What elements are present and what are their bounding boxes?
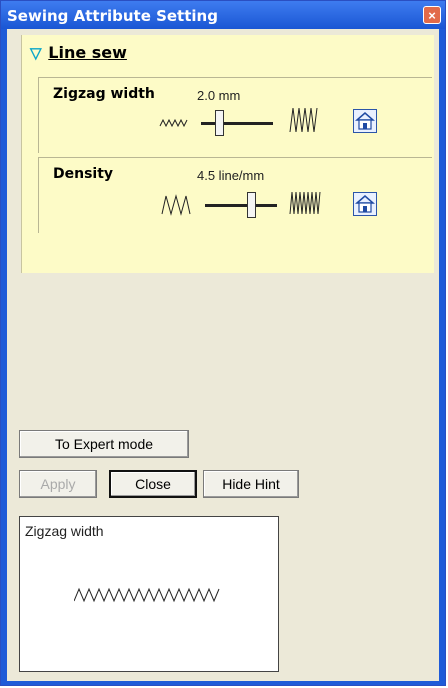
section-header[interactable]: ▽ Line sew bbox=[30, 43, 127, 63]
expert-mode-button[interactable]: To Expert mode bbox=[19, 430, 189, 458]
density-value: 4.5 line/mm bbox=[197, 168, 265, 183]
zigzag-width-value: 2.0 mm bbox=[197, 88, 241, 103]
window-title: Sewing Attribute Setting bbox=[7, 7, 218, 25]
zigzag-wide-icon bbox=[289, 107, 318, 133]
zigzag-width-slider-thumb[interactable] bbox=[215, 110, 224, 136]
density-default-button[interactable] bbox=[353, 192, 377, 216]
zigzag-width-slider-track[interactable] bbox=[201, 122, 273, 125]
density-high-icon bbox=[289, 191, 321, 215]
zigzag-width-row: Zigzag width 2.0 mm bbox=[38, 77, 432, 153]
home-icon bbox=[355, 195, 375, 213]
hint-title: Zigzag width bbox=[25, 523, 104, 539]
title-bar: Sewing Attribute Setting × bbox=[1, 1, 445, 29]
home-icon bbox=[355, 112, 375, 130]
section-title: Line sew bbox=[48, 43, 127, 62]
zigzag-narrow-icon bbox=[159, 118, 188, 128]
zigzag-width-default-button[interactable] bbox=[353, 109, 377, 133]
hide-hint-button[interactable]: Hide Hint bbox=[203, 470, 299, 498]
density-slider-thumb[interactable] bbox=[247, 192, 256, 218]
close-window-button[interactable]: × bbox=[423, 6, 441, 24]
close-button[interactable]: Close bbox=[109, 470, 197, 498]
density-slider-track[interactable] bbox=[205, 204, 277, 207]
expand-triangle-icon[interactable]: ▽ bbox=[30, 45, 42, 62]
hint-panel: Zigzag width bbox=[19, 516, 279, 672]
density-label: Density bbox=[53, 166, 114, 182]
density-row: Density 4.5 line/mm bbox=[38, 157, 432, 233]
dialog-body: ▽ Line sew Zigzag width 2.0 mm Density 4… bbox=[7, 29, 439, 681]
density-low-icon bbox=[161, 194, 191, 216]
apply-button[interactable]: Apply bbox=[19, 470, 97, 498]
zigzag-width-label: Zigzag width bbox=[53, 86, 155, 102]
line-sew-panel: ▽ Line sew Zigzag width 2.0 mm Density 4… bbox=[21, 35, 434, 273]
zigzag-hint-illustration bbox=[74, 587, 220, 603]
dialog-window: Sewing Attribute Setting × ▽ Line sew Zi… bbox=[0, 0, 446, 686]
